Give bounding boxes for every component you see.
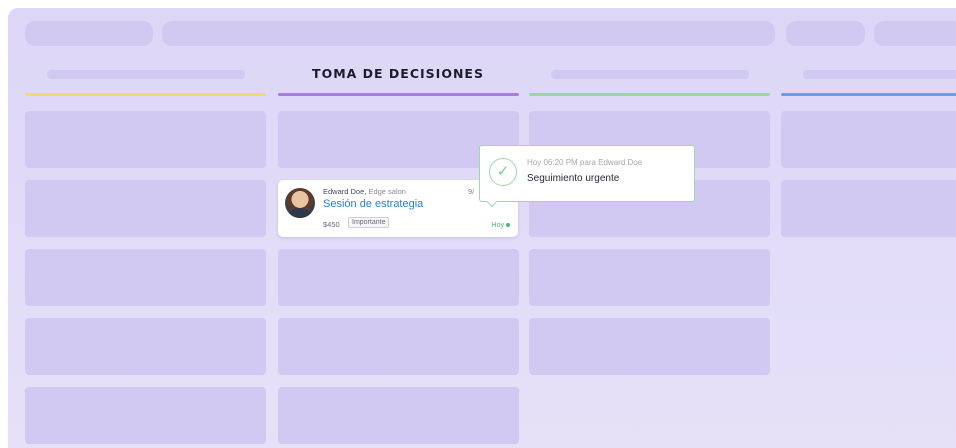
status-dot-icon bbox=[506, 223, 510, 228]
pipeline-board: TOMA DE DECISIONES Edward Doe, Edge salo… bbox=[8, 8, 956, 448]
card-placeholder bbox=[25, 318, 266, 375]
card-placeholder bbox=[781, 111, 956, 168]
deal-due-indicator[interactable]: Hoy bbox=[492, 222, 510, 229]
stage-2-title: TOMA DE DECISIONES bbox=[312, 66, 484, 81]
card-placeholder bbox=[278, 249, 519, 306]
stage-4-color-bar bbox=[781, 93, 956, 96]
deal-date: 9/ bbox=[468, 187, 475, 196]
card-placeholder bbox=[781, 180, 956, 237]
stage-1-title-placeholder bbox=[47, 70, 245, 79]
deal-title-link[interactable]: Sesión de estrategia bbox=[323, 198, 423, 210]
toolbar-placeholder-search bbox=[162, 21, 775, 46]
activity-tooltip: ✓ Hoy 06:20 PM para Edward Doe Seguimien… bbox=[479, 145, 695, 202]
stage-3-color-bar bbox=[529, 93, 770, 96]
stage-4-title-placeholder bbox=[803, 70, 956, 79]
stage-3-title-placeholder bbox=[551, 70, 749, 79]
activity-time: Hoy 06:20 PM para Edward Doe bbox=[527, 158, 643, 167]
tooltip-pointer bbox=[485, 201, 499, 215]
card-placeholder bbox=[25, 249, 266, 306]
card-placeholder bbox=[278, 318, 519, 375]
deal-person[interactable]: Edward Doe, bbox=[323, 187, 366, 196]
stage-2-color-bar bbox=[278, 93, 519, 96]
card-placeholder bbox=[278, 387, 519, 444]
deal-value: $450 bbox=[323, 220, 340, 229]
card-placeholder bbox=[25, 111, 266, 168]
toolbar-placeholder-left bbox=[25, 21, 153, 46]
card-placeholder bbox=[529, 249, 770, 306]
toolbar-placeholder-btn-2 bbox=[874, 21, 956, 46]
activity-note: Seguimiento urgente bbox=[527, 173, 620, 184]
card-placeholder bbox=[529, 318, 770, 375]
check-circle-icon: ✓ bbox=[489, 158, 517, 186]
deal-label-badge: Importante bbox=[348, 217, 390, 228]
avatar bbox=[285, 188, 315, 218]
stage-1-color-bar bbox=[25, 93, 266, 96]
toolbar-placeholder-btn-1 bbox=[786, 21, 865, 46]
card-placeholder bbox=[25, 180, 266, 237]
deal-due-label: Hoy bbox=[491, 222, 504, 229]
card-placeholder bbox=[25, 387, 266, 444]
deal-organization[interactable]: Edge salon bbox=[368, 187, 406, 196]
deal-contact: Edward Doe, Edge salon bbox=[323, 187, 406, 196]
